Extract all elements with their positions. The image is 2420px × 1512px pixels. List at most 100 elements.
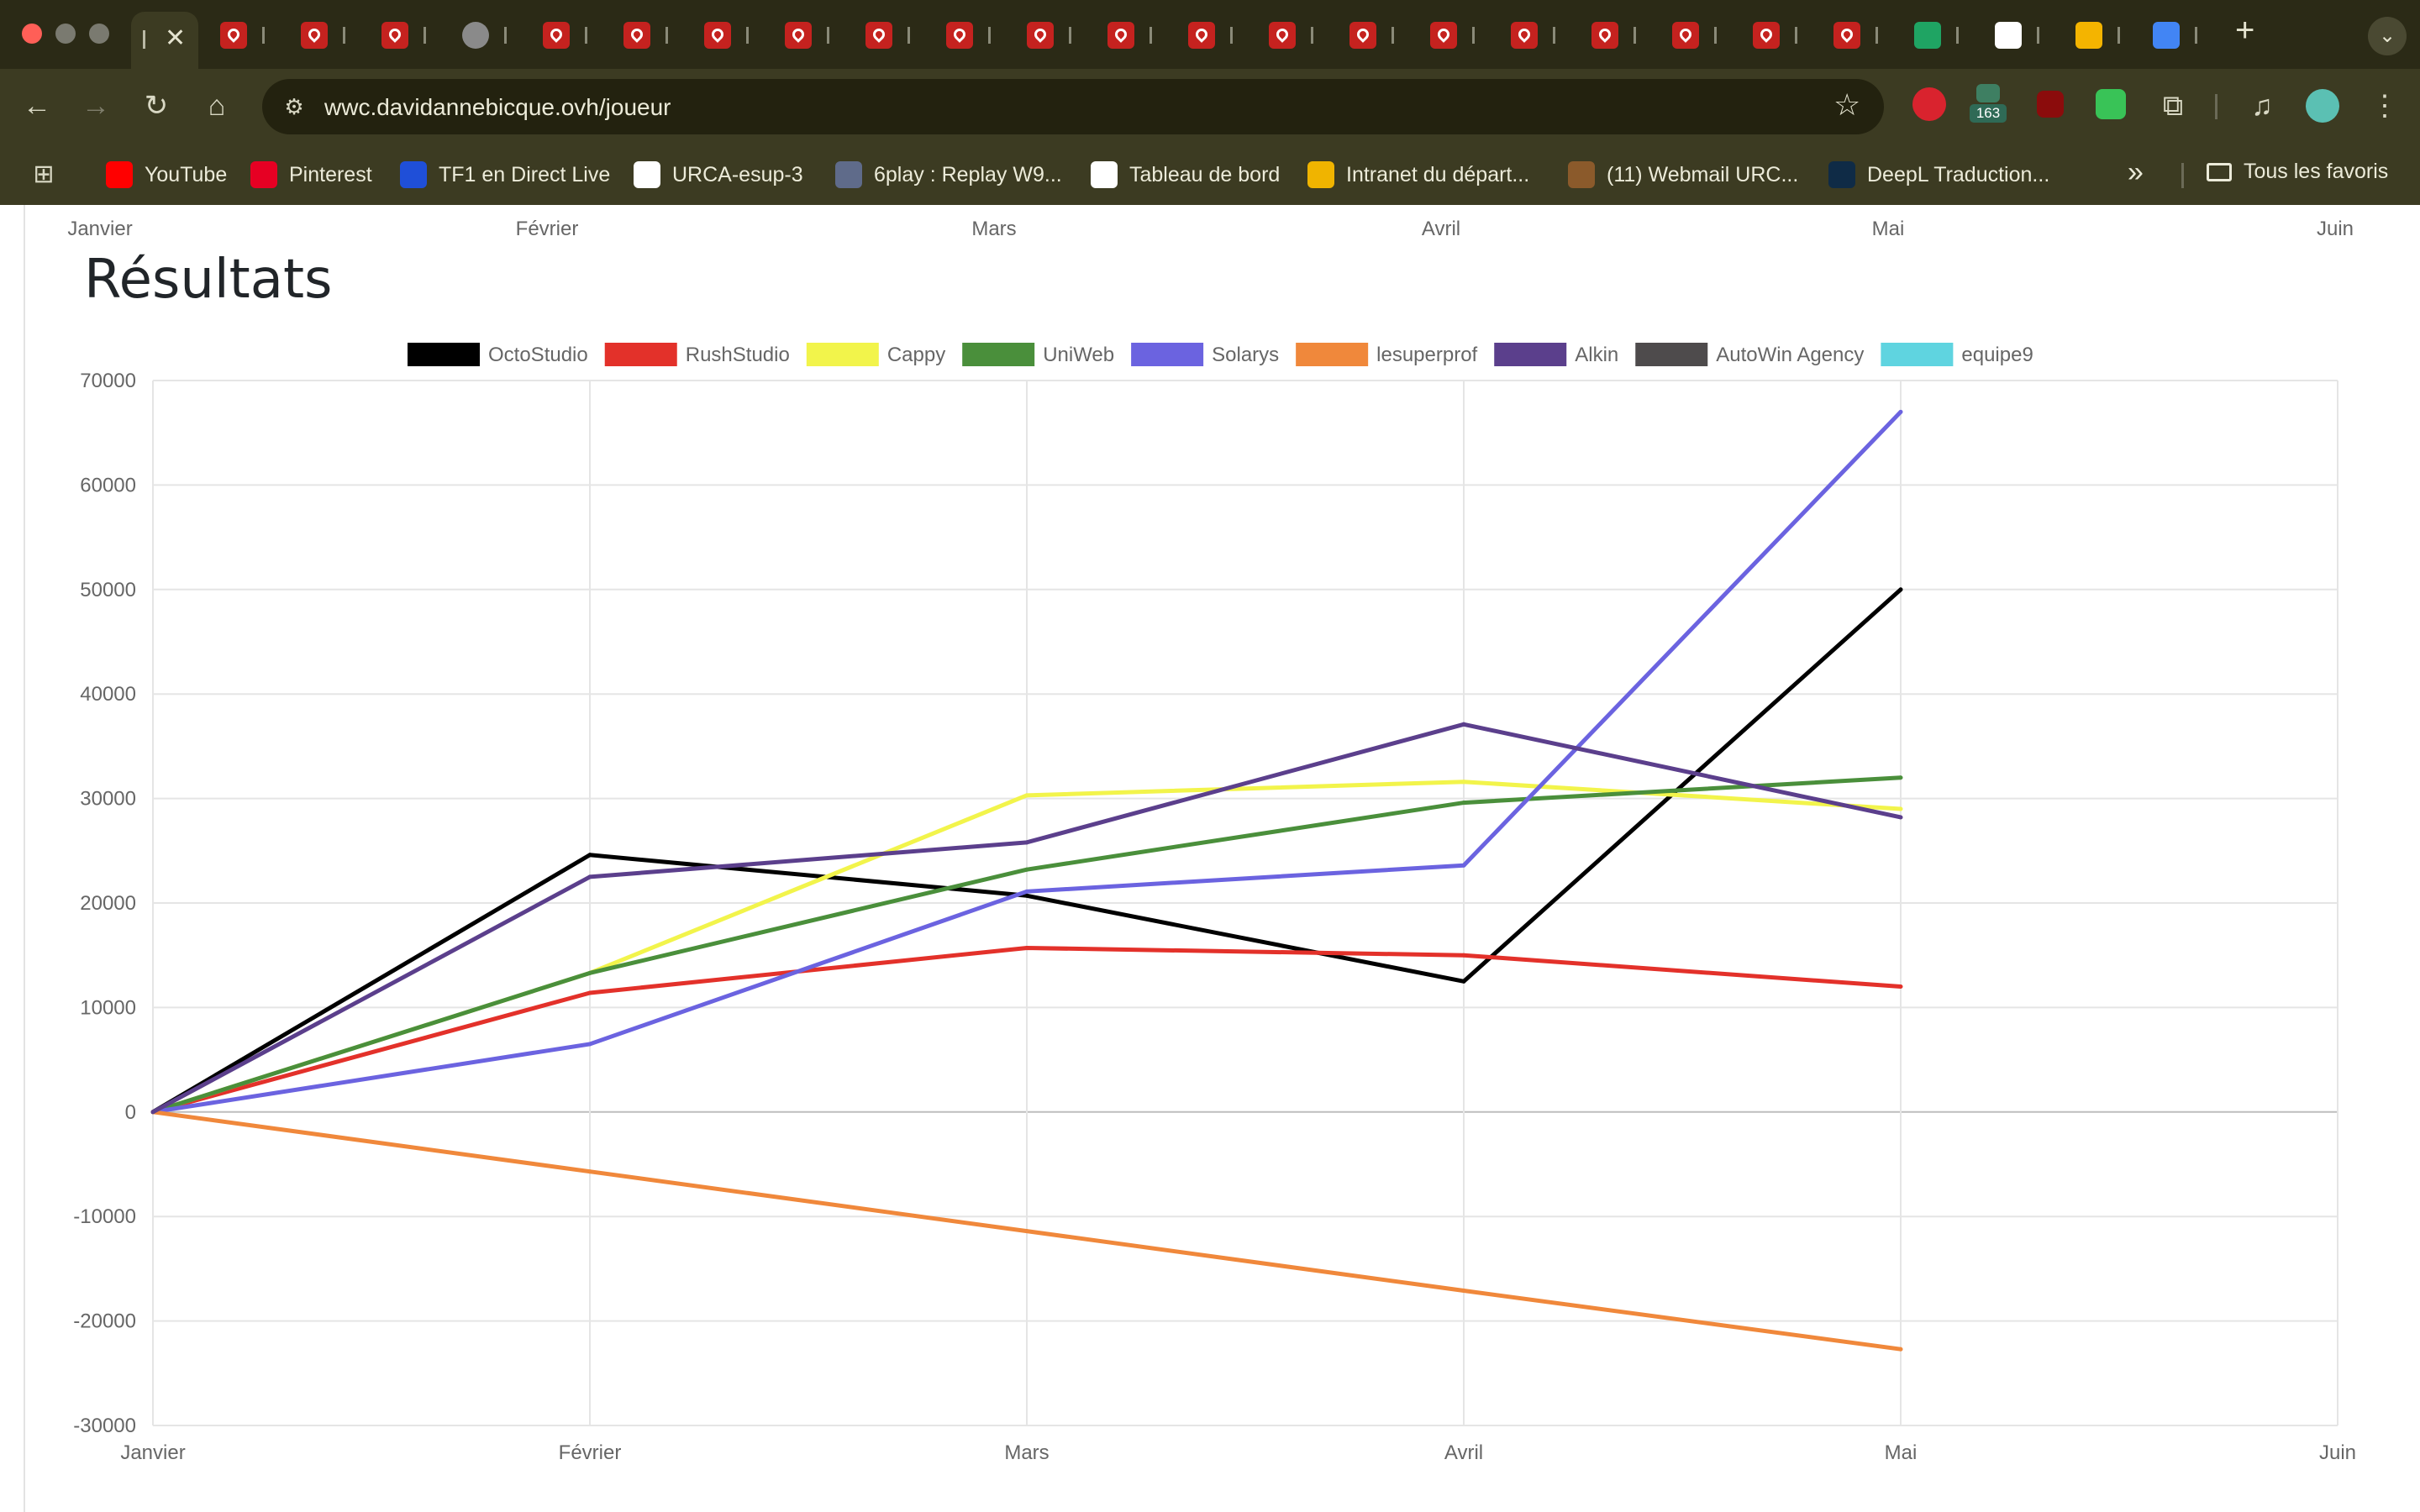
pdf-favicon-icon — [623, 22, 650, 49]
legend-label: OctoStudio — [488, 344, 588, 366]
profile-avatar[interactable] — [2306, 89, 2339, 123]
series-point — [587, 990, 592, 995]
browser-tab[interactable] — [1744, 18, 1818, 52]
toolbar-divider — [2215, 94, 2217, 119]
bookmark-item[interactable]: 6play : Replay W9... — [835, 160, 1062, 190]
bookmark-item[interactable]: Pinterest — [250, 160, 372, 190]
bookmark-label: TF1 en Direct Live — [439, 162, 611, 186]
browser-tab[interactable] — [1664, 18, 1738, 52]
tab-separator — [1956, 27, 1959, 44]
bookmark-item[interactable]: URCA-esup-3 — [634, 160, 803, 190]
series-point — [1461, 863, 1466, 868]
tab-separator — [827, 27, 829, 44]
legend-label: Alkin — [1575, 344, 1618, 366]
reload-icon[interactable]: ↻ — [138, 89, 175, 126]
bookmark-label: YouTube — [145, 162, 228, 186]
tab-separator — [1795, 27, 1797, 44]
media-control-icon[interactable]: ♫ — [2244, 89, 2281, 126]
browser-tab[interactable] — [373, 18, 447, 52]
tab-separator — [1634, 27, 1636, 44]
browser-tab[interactable] — [1018, 18, 1092, 52]
browser-tab[interactable] — [1986, 18, 2060, 52]
series-point — [1024, 867, 1029, 872]
active-tab-favicon — [143, 30, 145, 49]
pdf-favicon-icon — [865, 22, 892, 49]
extension-hand-icon[interactable] — [1912, 87, 1946, 121]
browser-tab[interactable] — [776, 18, 850, 52]
ublock-icon[interactable] — [2037, 91, 2064, 118]
bookmark-item[interactable]: TF1 en Direct Live — [400, 160, 610, 190]
url-text[interactable]: wwc.davidannebicque.ovh/joueur — [324, 94, 671, 121]
menu-kebab-icon[interactable]: ⋮ — [2366, 89, 2403, 126]
series-point — [1024, 840, 1029, 845]
bookmark-favicon-icon — [1091, 161, 1118, 188]
close-window-button[interactable] — [22, 24, 42, 44]
browser-tab[interactable] — [534, 18, 608, 52]
browser-tab[interactable] — [1906, 18, 1980, 52]
legend-swatch — [604, 343, 677, 366]
browser-tab[interactable] — [857, 18, 931, 52]
bookmark-item[interactable]: Intranet du départ... — [1307, 160, 1529, 190]
home-icon[interactable]: ⌂ — [198, 89, 235, 126]
tab-separator — [343, 27, 345, 44]
tab-separator — [1069, 27, 1071, 44]
pdf-favicon-icon — [1833, 22, 1860, 49]
tab-search-button[interactable]: ⌄ — [2368, 17, 2407, 55]
y-tick-label: -20000 — [73, 1310, 136, 1333]
page-title: Résultats — [84, 249, 333, 311]
bookmark-item[interactable]: DeepL Traduction... — [1828, 160, 2049, 190]
series-point — [1898, 775, 1903, 780]
active-tab[interactable]: ✕ — [131, 12, 198, 69]
close-tab-icon[interactable]: ✕ — [165, 24, 186, 53]
browser-tab[interactable] — [2067, 18, 2141, 52]
top-axis-label: Mai — [1872, 218, 1905, 240]
browser-tab[interactable] — [1341, 18, 1415, 52]
browser-tab[interactable] — [454, 18, 528, 52]
bookmarks-overflow-icon[interactable]: » — [2128, 156, 2144, 189]
minimize-window-button[interactable] — [55, 24, 76, 44]
browser-tab[interactable] — [1260, 18, 1334, 52]
new-tab-button[interactable]: + — [2235, 12, 2254, 50]
extension-counter-icon[interactable]: 163 — [1970, 84, 2007, 123]
browser-tab[interactable] — [292, 18, 366, 52]
forward-icon[interactable]: → — [77, 89, 114, 126]
toolbar: ← → ↻ ⌂ ⚙ wwc.davidannebicque.ovh/joueur… — [0, 69, 2420, 144]
site-settings-icon[interactable]: ⚙ — [277, 91, 311, 123]
browser-tab[interactable] — [1583, 18, 1657, 52]
legend-label: AutoWin Agency — [1716, 344, 1864, 366]
maximize-window-button[interactable] — [89, 24, 109, 44]
series-point — [1024, 889, 1029, 894]
bookmark-favicon-icon — [634, 161, 660, 188]
browser-tab[interactable] — [615, 18, 689, 52]
browser-tab[interactable] — [1422, 18, 1496, 52]
legend-swatch — [962, 343, 1035, 366]
x-tick-label: Février — [559, 1441, 622, 1464]
apps-grid-icon[interactable]: ⊞ — [25, 158, 62, 195]
browser-tab[interactable] — [1099, 18, 1173, 52]
browser-tab[interactable] — [212, 18, 286, 52]
drive-favicon-icon — [2075, 22, 2102, 49]
bookmark-item[interactable]: YouTube — [106, 160, 227, 190]
y-tick-label: 40000 — [80, 683, 136, 706]
address-bar[interactable]: ⚙ wwc.davidannebicque.ovh/joueur ☆ — [262, 79, 1884, 134]
browser-tab[interactable] — [1825, 18, 1899, 52]
bookmark-item[interactable]: Tableau de bord — [1091, 160, 1280, 190]
extension-green-icon[interactable] — [2096, 89, 2126, 119]
browser-tab[interactable] — [2144, 18, 2218, 52]
all-bookmarks-folder[interactable]: Tous les favoris — [2207, 160, 2388, 184]
series-point — [1024, 793, 1029, 798]
browser-tab[interactable] — [1180, 18, 1254, 52]
extensions-puzzle-icon[interactable]: ⧉ — [2154, 89, 2191, 126]
bookmark-item[interactable]: (11) Webmail URC... — [1568, 160, 1798, 190]
bookmark-star-icon[interactable]: ☆ — [1833, 87, 1860, 123]
browser-tab[interactable] — [696, 18, 770, 52]
tab-separator — [504, 27, 507, 44]
tab-separator — [262, 27, 265, 44]
bookmark-favicon-icon — [835, 161, 862, 188]
browser-tab[interactable] — [1502, 18, 1576, 52]
back-icon[interactable]: ← — [18, 89, 55, 126]
browser-tab[interactable] — [938, 18, 1012, 52]
bookmark-label: 6play : Replay W9... — [874, 162, 1062, 186]
top-axis-label: Juin — [2317, 218, 2354, 240]
tab-separator — [1392, 27, 1394, 44]
